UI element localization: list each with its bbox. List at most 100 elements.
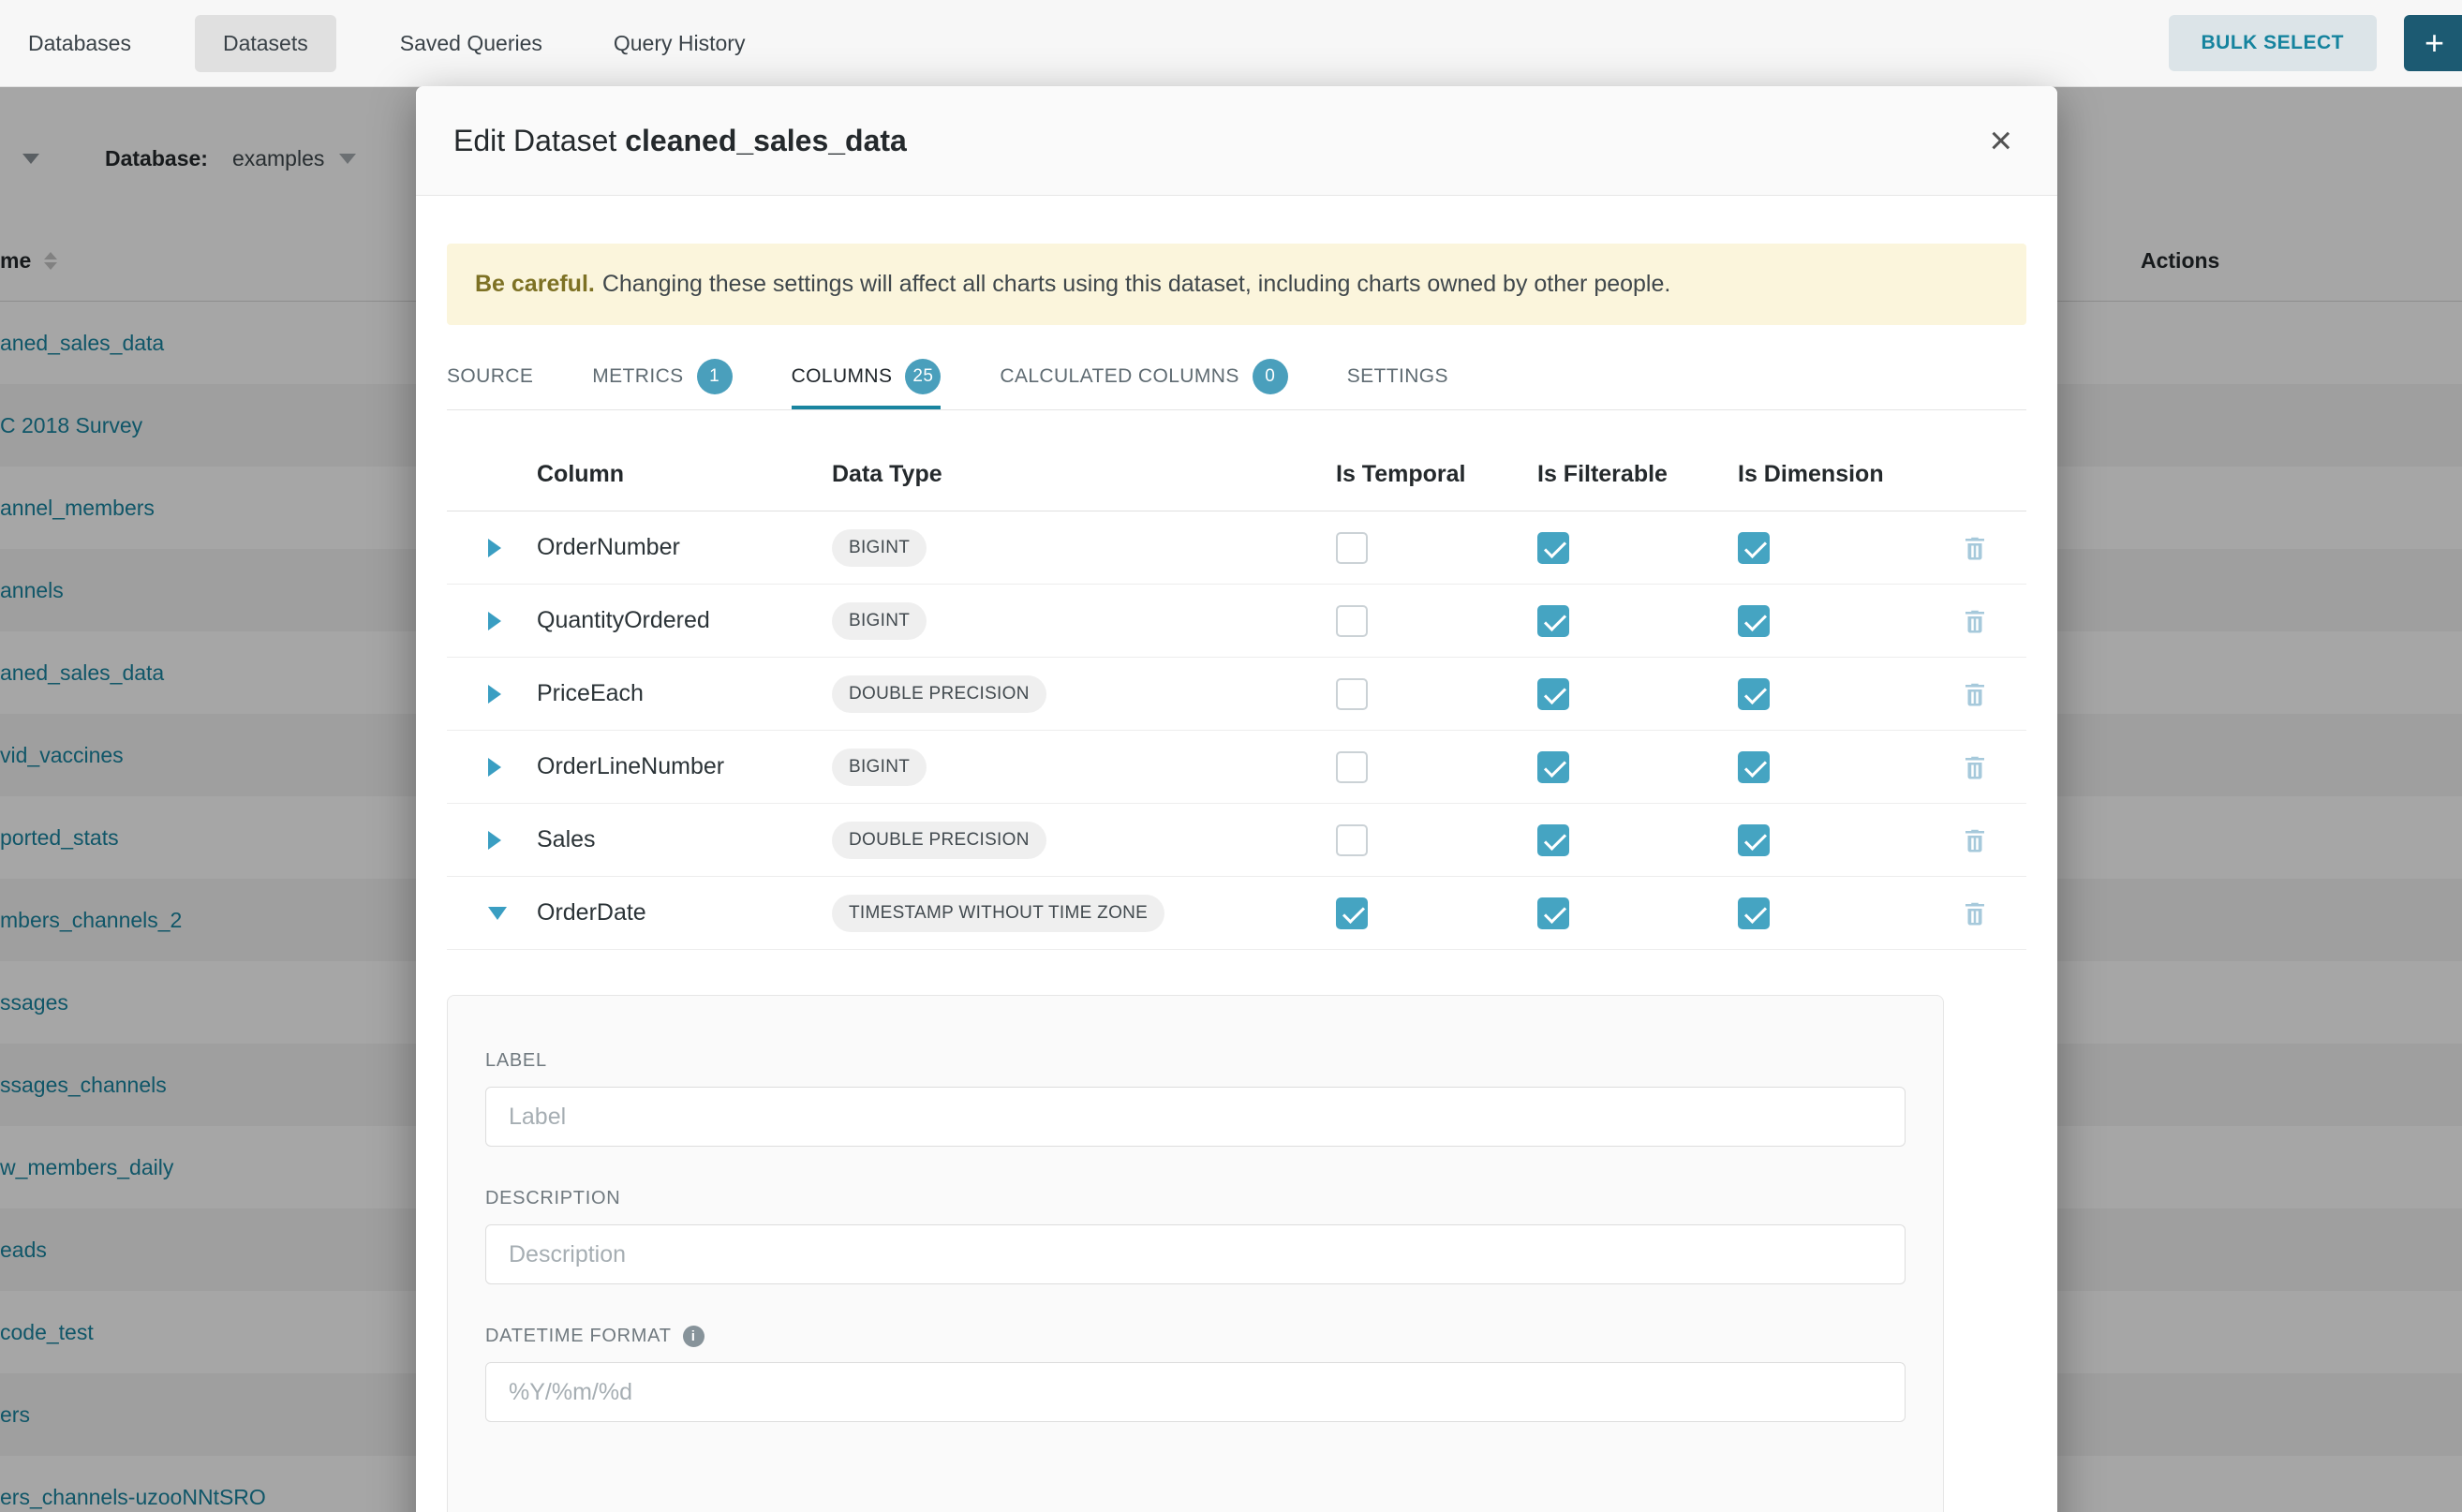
label-input[interactable] [485, 1087, 1906, 1147]
is-filterable-checkbox[interactable] [1537, 605, 1569, 637]
label-field-label-text: LABEL [485, 1050, 547, 1072]
is-filterable-checkbox[interactable] [1537, 678, 1569, 710]
description-field-group: DESCRIPTION [485, 1188, 1906, 1284]
tab-metrics[interactable]: METRICS 1 [592, 348, 732, 409]
warning-banner: Be careful. Changing these settings will … [447, 244, 2026, 325]
column-name: OrderLineNumber [537, 753, 832, 780]
column-row: OrderNumber BIGINT [447, 511, 2026, 585]
topnav-right-group: BULK SELECT + [2169, 15, 2462, 71]
data-type-pill: TIMESTAMP WITHOUT TIME ZONE [832, 895, 1164, 932]
tab-calculated-columns-badge: 0 [1253, 359, 1288, 394]
is-filterable-checkbox[interactable] [1537, 751, 1569, 783]
delete-column-icon[interactable] [1961, 826, 2026, 854]
is-temporal-checkbox[interactable] [1336, 605, 1368, 637]
is-temporal-checkbox[interactable] [1336, 532, 1368, 564]
is-filterable-checkbox[interactable] [1537, 824, 1569, 856]
tab-calculated-columns-label: CALCULATED COLUMNS [1000, 365, 1238, 388]
expand-caret-icon[interactable] [488, 612, 501, 630]
expand-caret-icon[interactable] [488, 758, 501, 777]
nav-item-datasets[interactable]: Datasets [195, 15, 336, 72]
is-filterable-checkbox[interactable] [1537, 532, 1569, 564]
delete-column-icon[interactable] [1961, 680, 2026, 708]
tab-metrics-badge: 1 [697, 359, 733, 394]
datetime-format-input[interactable] [485, 1362, 1906, 1422]
tab-source-label: SOURCE [447, 365, 533, 388]
is-dimension-checkbox[interactable] [1738, 678, 1770, 710]
is-temporal-checkbox[interactable] [1336, 751, 1368, 783]
is-temporal-checkbox[interactable] [1336, 824, 1368, 856]
expand-caret-icon[interactable] [488, 685, 501, 704]
tab-calculated-columns[interactable]: CALCULATED COLUMNS 0 [1000, 348, 1287, 409]
is-temporal-checkbox[interactable] [1336, 678, 1368, 710]
column-name: Sales [537, 826, 832, 853]
header-is-dimension: Is Dimension [1738, 461, 1953, 488]
data-type-pill: BIGINT [832, 602, 927, 640]
is-dimension-checkbox[interactable] [1738, 897, 1770, 929]
is-temporal-checkbox[interactable] [1336, 897, 1368, 929]
label-field-group: LABEL [485, 1050, 1906, 1147]
expand-caret-icon[interactable] [488, 831, 501, 850]
header-data-type: Data Type [832, 461, 1336, 488]
tab-metrics-label: METRICS [592, 365, 683, 388]
screen: Databases Datasets Saved Queries Query H… [0, 0, 2462, 1512]
column-name: OrderNumber [537, 534, 832, 561]
add-dataset-button[interactable]: + [2404, 15, 2462, 71]
column-detail-panel: LABEL DESCRIPTION DATETIME FORMAT [447, 995, 1944, 1512]
tab-columns-label: COLUMNS [792, 365, 893, 388]
tab-columns[interactable]: COLUMNS 25 [792, 348, 942, 409]
nav-item-query-history[interactable]: Query History [606, 15, 753, 72]
tab-source[interactable]: SOURCE [447, 348, 533, 409]
header-is-temporal: Is Temporal [1336, 461, 1537, 488]
modal-tabs: SOURCE METRICS 1 COLUMNS 25 CALCULATED C… [447, 348, 2026, 410]
warning-message: Changing these settings will affect all … [602, 271, 1671, 297]
nav-item-databases[interactable]: Databases [21, 15, 139, 72]
modal-title: Edit Dataset cleaned_sales_data [453, 124, 907, 158]
edit-dataset-modal: Edit Dataset cleaned_sales_data × Be car… [416, 86, 2057, 1512]
column-row: OrderLineNumber BIGINT [447, 731, 2026, 804]
header-column: Column [537, 461, 832, 488]
datetime-format-label-text: DATETIME FORMAT [485, 1326, 672, 1347]
datetime-format-field-label: DATETIME FORMAT [485, 1326, 1906, 1347]
is-filterable-checkbox[interactable] [1537, 897, 1569, 929]
is-dimension-checkbox[interactable] [1738, 532, 1770, 564]
warning-lead: Be careful. [475, 271, 595, 297]
top-navbar: Databases Datasets Saved Queries Query H… [0, 0, 2462, 87]
info-icon [683, 1326, 704, 1347]
data-type-pill: BIGINT [832, 749, 927, 786]
modal-title-dataset-name: cleaned_sales_data [625, 124, 907, 157]
bulk-select-button[interactable]: BULK SELECT [2169, 15, 2378, 71]
modal-body: Be careful. Changing these settings will … [416, 244, 2057, 1512]
column-row: QuantityOrdered BIGINT [447, 585, 2026, 658]
header-is-filterable: Is Filterable [1537, 461, 1738, 488]
column-name: OrderDate [537, 899, 832, 926]
column-row: PriceEach DOUBLE PRECISION [447, 658, 2026, 731]
column-row: Sales DOUBLE PRECISION [447, 804, 2026, 877]
delete-column-icon[interactable] [1961, 607, 2026, 635]
delete-column-icon[interactable] [1961, 534, 2026, 562]
close-icon[interactable]: × [1981, 117, 2020, 164]
description-field-label: DESCRIPTION [485, 1188, 1906, 1209]
modal-title-prefix: Edit Dataset [453, 124, 616, 157]
tab-settings-label: SETTINGS [1347, 365, 1448, 388]
is-dimension-checkbox[interactable] [1738, 824, 1770, 856]
column-row-expanded: OrderDate TIMESTAMP WITHOUT TIME ZONE [447, 877, 2026, 950]
datetime-format-field-group: DATETIME FORMAT [485, 1326, 1906, 1422]
collapse-caret-icon[interactable] [488, 907, 507, 920]
data-type-pill: DOUBLE PRECISION [832, 675, 1046, 713]
is-dimension-checkbox[interactable] [1738, 605, 1770, 637]
tab-settings[interactable]: SETTINGS [1347, 348, 1448, 409]
modal-header: Edit Dataset cleaned_sales_data × [416, 86, 2057, 196]
nav-item-saved-queries[interactable]: Saved Queries [393, 15, 550, 72]
is-dimension-checkbox[interactable] [1738, 751, 1770, 783]
delete-column-icon[interactable] [1961, 899, 2026, 927]
expand-caret-icon[interactable] [488, 539, 501, 557]
column-name: QuantityOrdered [537, 607, 832, 634]
data-type-pill: BIGINT [832, 529, 927, 567]
description-field-label-text: DESCRIPTION [485, 1188, 620, 1209]
column-name: PriceEach [537, 680, 832, 707]
description-input[interactable] [485, 1224, 1906, 1284]
delete-column-icon[interactable] [1961, 753, 2026, 781]
tab-columns-badge: 25 [905, 359, 941, 394]
data-type-pill: DOUBLE PRECISION [832, 822, 1046, 859]
columns-table-header: Column Data Type Is Temporal Is Filterab… [447, 438, 2026, 511]
